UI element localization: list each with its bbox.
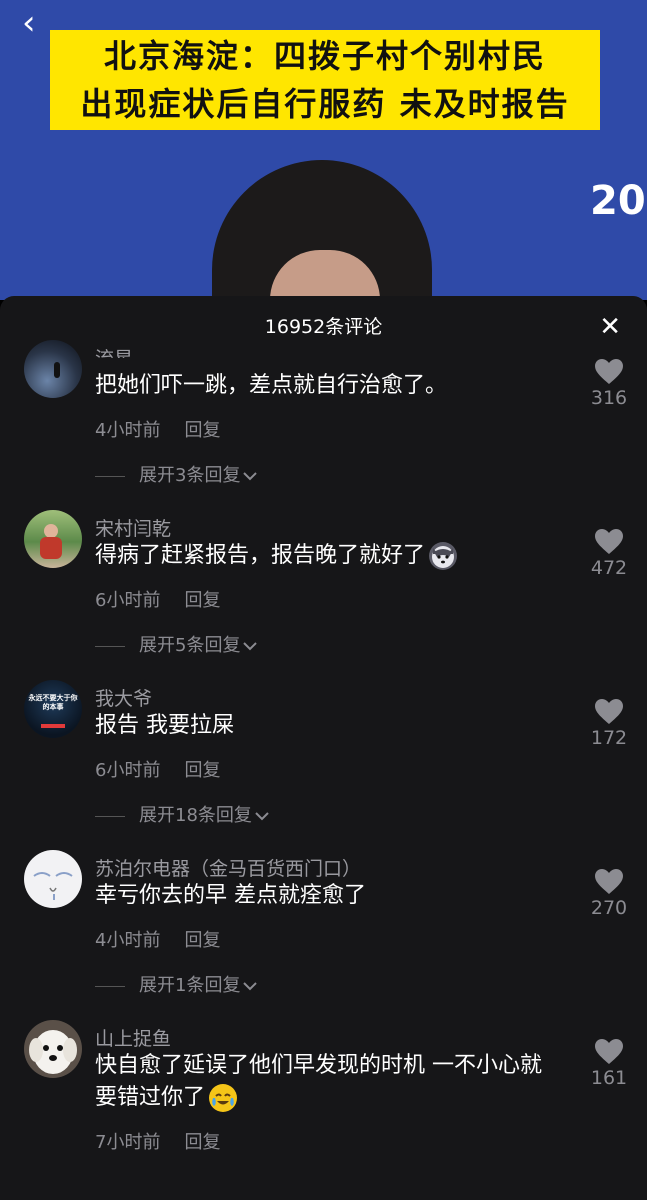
avatar[interactable] (24, 340, 82, 398)
video-year-overlay: 202 (590, 178, 647, 224)
comment-time: 6小时前 (95, 590, 161, 611)
avatar[interactable] (24, 850, 82, 908)
sketch-face-icon (33, 872, 73, 900)
divider-line (95, 645, 125, 647)
comment-time: 7小时前 (95, 1132, 161, 1153)
chevron-down-icon (243, 642, 258, 651)
close-icon[interactable]: ✕ (599, 296, 621, 358)
comment-author[interactable]: 苏泊尔电器（金马百货西门口） (95, 854, 361, 881)
comment-text: 得病了赶紧报告，报告晚了就好了 (95, 543, 426, 568)
chevron-down-icon (255, 812, 269, 821)
expand-replies-label: 展开18条回复 (139, 805, 252, 826)
avatar[interactable]: 永远不要大于你的本事 (24, 680, 82, 738)
comment-text: 快自愈了延误了他们早发现的时机 一不小心就要错过你了 (95, 1053, 542, 1110)
heart-icon (595, 359, 623, 384)
expand-replies-label: 展开1条回复 (139, 975, 241, 996)
avatar-figure-head (44, 524, 58, 538)
chevron-down-icon (243, 982, 258, 991)
like-button[interactable]: 172 (584, 698, 634, 749)
like-button[interactable]: 270 (584, 868, 634, 919)
back-chevron-icon[interactable]: ‹ (22, 6, 36, 40)
comment-author[interactable]: 山上捉鱼 (95, 1024, 171, 1051)
headline-line-2: 出现症状后自行服药 未及时报告 (80, 85, 570, 123)
comment-time: 4小时前 (95, 420, 161, 441)
comments-count-title: 16952条评论 (264, 316, 383, 338)
heart-icon (595, 699, 623, 724)
dog-avatar-icon (29, 1030, 77, 1074)
expand-replies-button[interactable]: 展开18条回复 (95, 801, 270, 827)
comment-meta: 6小时前 回复 (95, 586, 220, 612)
comment-author[interactable]: 我大爷 (95, 684, 152, 711)
video-player[interactable]: ‹ 北京海淀：四拨子村个别村民 出现症状后自行服药 未及时报告 202 (0, 0, 647, 300)
comment-text: 报告 我要拉屎 (95, 713, 234, 738)
heart-icon (595, 529, 623, 554)
avatar[interactable] (24, 1020, 82, 1078)
reply-button[interactable]: 回复 (184, 1132, 220, 1153)
heart-icon (595, 1039, 623, 1064)
headline-line-1: 北京海淀：四拨子村个别村民 (103, 37, 546, 75)
comment-time: 4小时前 (95, 930, 161, 951)
comment-text-wrap: 得病了赶紧报告，报告晚了就好了 (95, 540, 555, 572)
comment-meta: 7小时前 回复 (95, 1128, 220, 1154)
expand-replies-label: 展开3条回复 (139, 465, 241, 486)
divider-line (95, 475, 125, 477)
avatar-figure-body (40, 537, 62, 559)
comment-meta: 6小时前 回复 (95, 756, 220, 782)
like-button[interactable]: 316 (584, 358, 634, 409)
husky-emoji-icon (429, 542, 458, 570)
like-count: 172 (590, 727, 628, 749)
like-count: 270 (590, 897, 628, 919)
like-count: 161 (590, 1067, 628, 1089)
comment-meta: 4小时前 回复 (95, 416, 220, 442)
comment-text: 幸亏你去的早 差点就痊愈了 (95, 883, 366, 908)
like-button[interactable]: 472 (584, 528, 634, 579)
comments-panel: 16952条评论 ✕ 流星 把她们吓一跳，差点就自行治愈了。 4小时前回复 展开… (0, 296, 647, 1200)
comment-time: 6小时前 (95, 760, 161, 781)
reply-button[interactable]: 回复 (184, 590, 220, 611)
reply-button[interactable]: 回复 (184, 760, 220, 781)
comment-author[interactable]: 流星 (95, 344, 133, 358)
chevron-down-icon (243, 472, 258, 481)
like-count: 472 (590, 557, 628, 579)
comment-meta: 4小时前 回复 (95, 926, 220, 952)
reply-button[interactable]: 回复 (184, 930, 220, 951)
like-button[interactable]: 161 (584, 1038, 634, 1089)
avatar-figure (54, 362, 60, 378)
like-count: 316 (590, 387, 628, 409)
expand-replies-button[interactable]: 展开5条回复 (95, 631, 258, 657)
expand-replies-label: 展开5条回复 (139, 635, 241, 656)
reply-button[interactable]: 回复 (184, 420, 220, 441)
divider-line (95, 815, 125, 817)
expand-replies-button[interactable]: 展开3条回复 (95, 461, 258, 487)
avatar-red-bar (41, 724, 65, 728)
divider-line (95, 985, 125, 987)
video-headline-banner: 北京海淀：四拨子村个别村民 出现症状后自行服药 未及时报告 (50, 30, 600, 130)
avatar-caption: 永远不要大于你的本事 (28, 694, 78, 711)
comment-text: 把她们吓一跳，差点就自行治愈了。 (95, 373, 448, 398)
comment-author[interactable]: 宋村闫乾 (95, 514, 171, 541)
expand-replies-button[interactable]: 展开1条回复 (95, 971, 258, 997)
tears-of-joy-emoji-icon (209, 1084, 238, 1112)
comment-text-wrap: 快自愈了延误了他们早发现的时机 一不小心就要错过你了 (95, 1050, 555, 1114)
avatar[interactable] (24, 510, 82, 568)
heart-icon (595, 869, 623, 894)
